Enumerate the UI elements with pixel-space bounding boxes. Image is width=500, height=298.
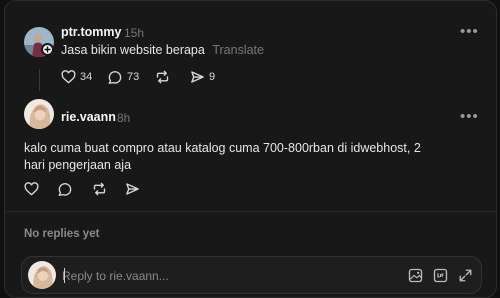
- reply-input[interactable]: [62, 266, 362, 286]
- thread-line: [39, 69, 40, 91]
- reply-repost-button[interactable]: [92, 182, 107, 196]
- post-text-line: Jasa bikin website berapa Translate: [61, 42, 264, 59]
- like-count: 34: [80, 71, 93, 83]
- reply-more-icon[interactable]: •••: [460, 109, 479, 124]
- reply-share-button[interactable]: [125, 182, 140, 196]
- reply-comment-button[interactable]: [58, 182, 73, 196]
- repost-icon: [93, 182, 106, 196]
- share-count: 9: [209, 71, 216, 83]
- post-more-icon[interactable]: •••: [460, 24, 479, 39]
- post-username[interactable]: ptr.tommy: [61, 25, 121, 39]
- post-text: Jasa bikin website berapa: [61, 43, 205, 57]
- gif-icon[interactable]: [433, 268, 448, 283]
- translate-link[interactable]: Translate: [212, 43, 264, 57]
- composer-avatar: [28, 261, 56, 289]
- avatar-rie-vaann[interactable]: [24, 99, 54, 129]
- post-time: 15h: [124, 26, 145, 40]
- send-icon: [126, 183, 139, 195]
- follow-plus-icon[interactable]: [41, 43, 54, 56]
- reply-like-button[interactable]: [24, 182, 39, 196]
- reply-text: kalo cuma buat compro atau katalog cuma …: [24, 141, 421, 172]
- expand-icon[interactable]: [458, 268, 473, 283]
- comment-icon: [108, 71, 122, 84]
- section-divider: [5, 211, 496, 212]
- comment-icon: [58, 183, 72, 196]
- image-icon[interactable]: [408, 268, 423, 283]
- send-icon: [191, 71, 204, 83]
- share-button[interactable]: 9: [190, 70, 215, 84]
- comment-count: 73: [127, 71, 140, 83]
- thread-panel: ptr.tommy 15h ••• Jasa bikin website ber…: [4, 0, 497, 298]
- reply-time: 8h: [117, 111, 131, 125]
- text-caret: [64, 268, 65, 283]
- no-replies-label: No replies yet: [24, 228, 100, 240]
- like-button[interactable]: 34: [61, 70, 92, 84]
- reply-username[interactable]: rie.vaann: [61, 110, 116, 124]
- repost-icon: [156, 70, 169, 84]
- reply-composer: [21, 256, 482, 294]
- repost-button[interactable]: [155, 70, 170, 84]
- heart-icon: [61, 70, 76, 84]
- comment-button[interactable]: 73: [108, 70, 139, 84]
- heart-icon: [24, 182, 39, 196]
